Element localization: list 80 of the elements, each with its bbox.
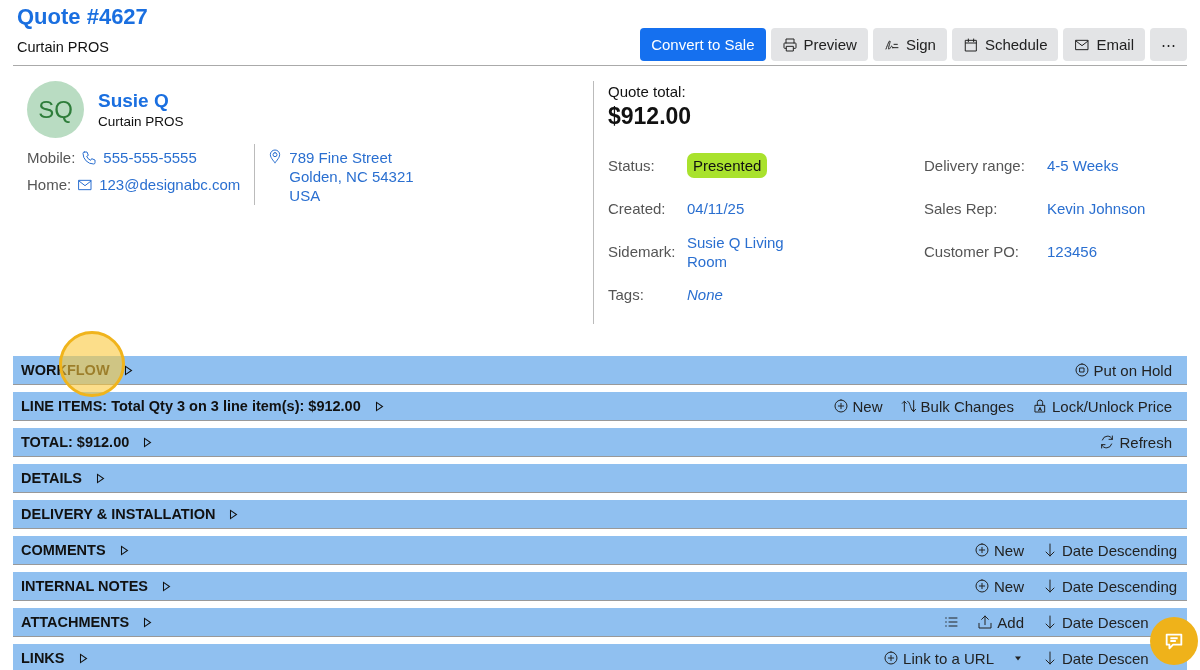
field-label: Customer PO: <box>924 242 1021 262</box>
customer-company: Curtain PROS <box>98 114 184 129</box>
field-value[interactable]: 123456 <box>1047 242 1098 261</box>
action-button[interactable]: Schedule <box>951 28 1059 61</box>
section-header[interactable]: COMMENTS New Date Descending <box>13 536 1187 565</box>
section-action[interactable]: Date Descen <box>1042 649 1149 667</box>
avatar-initials: SQ <box>27 81 84 138</box>
action-button[interactable]: Convert to Sale <box>640 28 766 61</box>
expand-icon[interactable] <box>143 616 153 628</box>
section-title[interactable]: ATTACHMENTS <box>21 614 130 630</box>
contact-label: Mobile: <box>27 149 76 166</box>
section-header[interactable]: INTERNAL NOTES New Date Descending <box>13 572 1187 601</box>
field-value[interactable]: None <box>687 285 723 304</box>
status-badge: Presented <box>687 153 768 178</box>
total-label: Quote total: <box>608 83 687 100</box>
action-button[interactable]: Sign <box>872 28 947 61</box>
customer-name[interactable]: Susie Q <box>98 90 184 112</box>
expand-icon[interactable] <box>95 472 105 484</box>
printer-icon <box>781 36 798 53</box>
upload-icon <box>977 614 994 630</box>
more-button[interactable]: ⋯ <box>1150 28 1187 61</box>
phone-icon <box>81 149 98 166</box>
section-title[interactable]: DELIVERY & INSTALLATION <box>21 506 216 522</box>
expand-icon[interactable] <box>143 436 153 448</box>
section-action[interactable]: Lock/Unlock Price <box>1031 397 1172 415</box>
field-label: Delivery range: <box>924 156 1026 176</box>
section-action[interactable]: Date Descending <box>1042 541 1178 559</box>
field-label: Created: <box>608 199 667 219</box>
section-action[interactable]: New <box>974 541 1024 559</box>
action-button[interactable]: Preview <box>770 28 868 61</box>
field-value[interactable]: Susie Q Living Room <box>687 232 797 271</box>
contact-label: Home: <box>27 176 72 193</box>
section-action[interactable]: Link to a URL <box>883 649 994 667</box>
section-header[interactable]: LINKS Link to a URL Date Descen <box>13 644 1187 670</box>
swap-arrows-icon <box>900 398 917 414</box>
expand-icon[interactable] <box>78 652 88 664</box>
action-button[interactable]: Email <box>1063 28 1145 61</box>
address-line[interactable]: USA <box>289 186 414 205</box>
section-action[interactable]: Refresh <box>1099 433 1172 451</box>
field-value[interactable]: Kevin Johnson <box>1047 199 1146 218</box>
section-header[interactable]: TOTAL: $912.00 Refresh <box>13 428 1187 457</box>
expand-icon[interactable] <box>229 508 239 520</box>
section-header[interactable]: DETAILS <box>13 464 1187 493</box>
field-label: Tags: <box>608 285 645 305</box>
contact-link[interactable]: 555-555-5555 <box>103 149 197 166</box>
expand-icon[interactable] <box>123 364 133 376</box>
company-name: Curtain PROS <box>17 39 110 57</box>
section-action[interactable]: Date Descending <box>1042 577 1178 595</box>
calendar-icon <box>962 36 979 53</box>
section-title[interactable]: LINE ITEMS: Total Qty 3 on 3 line item(s): $912.00 <box>21 398 361 414</box>
section-header[interactable]: LINE ITEMS: Total Qty 3 on 3 line item(s): $912.00 New Bulk Changes Lock/Unlock Price <box>13 392 1187 421</box>
section-action[interactable]: Add <box>977 613 1024 631</box>
section-action[interactable]: Bulk Changes <box>900 397 1014 415</box>
field-value[interactable]: 04/11/25 <box>687 199 745 218</box>
section-action[interactable]: New <box>974 577 1024 595</box>
list-icon <box>943 614 960 630</box>
section-title[interactable]: LINKS <box>21 650 65 666</box>
refresh-icon <box>1099 434 1116 450</box>
pause-icon <box>1073 362 1090 378</box>
section-action[interactable]: Put on Hold <box>1073 361 1172 379</box>
section-title[interactable]: TOTAL: $912.00 <box>21 434 130 450</box>
section-title[interactable]: COMMENTS <box>21 542 106 558</box>
field-label: Sales Rep: <box>924 199 999 219</box>
section-header[interactable]: ATTACHMENTS Add Date Descen <box>13 608 1187 637</box>
section-header[interactable]: DELIVERY & INSTALLATION <box>13 500 1187 529</box>
address-line[interactable]: 789 Fine Street <box>289 148 414 167</box>
section-action[interactable]: New <box>832 397 883 415</box>
address-line[interactable]: Golden, NC 54321 <box>289 167 414 186</box>
field-label: Status: <box>608 156 656 176</box>
field-value[interactable]: 4-5 Weeks <box>1047 156 1119 175</box>
contact-link[interactable]: 123@designabc.com <box>99 176 241 193</box>
quote-total: $912.00 <box>608 103 693 130</box>
quote-title: Quote #4627 <box>17 4 148 30</box>
expand-icon[interactable] <box>374 400 384 412</box>
expand-icon[interactable] <box>119 544 129 556</box>
section-action[interactable]: Date Descen <box>1042 613 1149 631</box>
section-title[interactable]: INTERNAL NOTES <box>21 578 149 594</box>
section-title[interactable]: DETAILS <box>21 470 82 486</box>
expand-icon[interactable] <box>162 580 172 592</box>
field-label: Sidemark: <box>608 242 677 262</box>
